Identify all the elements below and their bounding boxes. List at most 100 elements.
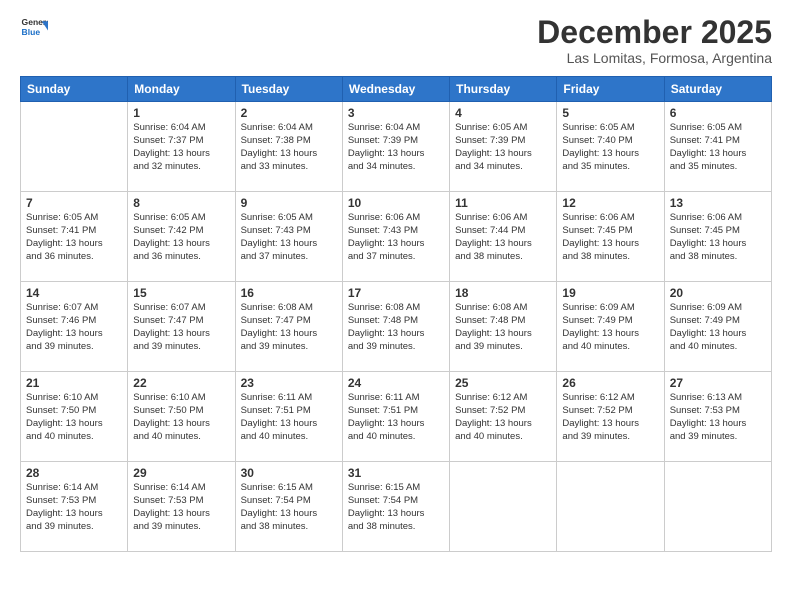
calendar-cell: 16 Sunrise: 6:08 AM Sunset: 7:47 PM Dayli… [235,282,342,372]
day-number: 8 [133,196,229,210]
day-number: 29 [133,466,229,480]
day-number: 15 [133,286,229,300]
cell-sun-info: Sunrise: 6:08 AM Sunset: 7:47 PM Dayligh… [241,302,337,353]
calendar-cell: 3 Sunrise: 6:04 AM Sunset: 7:39 PM Daylig… [342,102,449,192]
cell-sun-info: Sunrise: 6:05 AM Sunset: 7:39 PM Dayligh… [455,122,551,173]
title-block: December 2025 Las Lomitas, Formosa, Arge… [537,15,772,66]
day-number: 22 [133,376,229,390]
cell-sun-info: Sunrise: 6:05 AM Sunset: 7:43 PM Dayligh… [241,212,337,263]
calendar-cell: 19 Sunrise: 6:09 AM Sunset: 7:49 PM Dayli… [557,282,664,372]
calendar-cell: 17 Sunrise: 6:08 AM Sunset: 7:48 PM Dayli… [342,282,449,372]
day-number: 16 [241,286,337,300]
calendar-cell: 31 Sunrise: 6:15 AM Sunset: 7:54 PM Dayli… [342,462,449,552]
day-number: 17 [348,286,444,300]
day-number: 19 [562,286,658,300]
day-number: 27 [670,376,766,390]
calendar-cell: 23 Sunrise: 6:11 AM Sunset: 7:51 PM Dayli… [235,372,342,462]
cell-sun-info: Sunrise: 6:05 AM Sunset: 7:42 PM Dayligh… [133,212,229,263]
cell-sun-info: Sunrise: 6:15 AM Sunset: 7:54 PM Dayligh… [348,482,444,533]
day-number: 1 [133,106,229,120]
cell-sun-info: Sunrise: 6:09 AM Sunset: 7:49 PM Dayligh… [670,302,766,353]
cell-sun-info: Sunrise: 6:06 AM Sunset: 7:44 PM Dayligh… [455,212,551,263]
calendar-cell [21,102,128,192]
logo-icon: General Blue [20,15,48,43]
cell-sun-info: Sunrise: 6:08 AM Sunset: 7:48 PM Dayligh… [455,302,551,353]
cell-sun-info: Sunrise: 6:14 AM Sunset: 7:53 PM Dayligh… [26,482,122,533]
weekday-header: Thursday [450,77,557,102]
day-number: 10 [348,196,444,210]
calendar-cell: 12 Sunrise: 6:06 AM Sunset: 7:45 PM Dayli… [557,192,664,282]
calendar-cell: 21Sunrise: 6:10 AM Sunset: 7:50 PM Dayli… [21,372,128,462]
day-number: 4 [455,106,551,120]
cell-sun-info: Sunrise: 6:10 AM Sunset: 7:50 PM Dayligh… [26,392,122,443]
day-number: 11 [455,196,551,210]
calendar-cell: 1 Sunrise: 6:04 AM Sunset: 7:37 PM Daylig… [128,102,235,192]
cell-sun-info: Sunrise: 6:06 AM Sunset: 7:45 PM Dayligh… [670,212,766,263]
cell-sun-info: Sunrise: 6:04 AM Sunset: 7:39 PM Dayligh… [348,122,444,173]
cell-sun-info: Sunrise: 6:11 AM Sunset: 7:51 PM Dayligh… [348,392,444,443]
calendar-cell: 20Sunrise: 6:09 AM Sunset: 7:49 PM Dayli… [664,282,771,372]
calendar-cell: 10Sunrise: 6:06 AM Sunset: 7:43 PM Dayli… [342,192,449,282]
calendar-cell: 25 Sunrise: 6:12 AM Sunset: 7:52 PM Dayli… [450,372,557,462]
calendar-cell: 30Sunrise: 6:15 AM Sunset: 7:54 PM Dayli… [235,462,342,552]
calendar-cell: 4 Sunrise: 6:05 AM Sunset: 7:39 PM Daylig… [450,102,557,192]
calendar-cell: 14 Sunrise: 6:07 AM Sunset: 7:46 PM Dayli… [21,282,128,372]
cell-sun-info: Sunrise: 6:12 AM Sunset: 7:52 PM Dayligh… [455,392,551,443]
calendar-cell [557,462,664,552]
day-number: 13 [670,196,766,210]
weekday-header: Tuesday [235,77,342,102]
calendar-table: SundayMondayTuesdayWednesdayThursdayFrid… [20,76,772,552]
day-number: 24 [348,376,444,390]
cell-sun-info: Sunrise: 6:11 AM Sunset: 7:51 PM Dayligh… [241,392,337,443]
page: General Blue December 2025 Las Lomitas, … [0,0,792,612]
cell-sun-info: Sunrise: 6:07 AM Sunset: 7:46 PM Dayligh… [26,302,122,353]
day-number: 2 [241,106,337,120]
cell-sun-info: Sunrise: 6:06 AM Sunset: 7:45 PM Dayligh… [562,212,658,263]
header: General Blue December 2025 Las Lomitas, … [20,15,772,66]
day-number: 26 [562,376,658,390]
calendar-cell: 15 Sunrise: 6:07 AM Sunset: 7:47 PM Dayli… [128,282,235,372]
day-number: 23 [241,376,337,390]
calendar-cell [664,462,771,552]
weekday-header: Sunday [21,77,128,102]
calendar-cell: 5Sunrise: 6:05 AM Sunset: 7:40 PM Daylig… [557,102,664,192]
day-number: 14 [26,286,122,300]
calendar-cell: 28Sunrise: 6:14 AM Sunset: 7:53 PM Dayli… [21,462,128,552]
day-number: 9 [241,196,337,210]
month-title: December 2025 [537,15,772,50]
day-number: 3 [348,106,444,120]
calendar-cell: 18 Sunrise: 6:08 AM Sunset: 7:48 PM Dayli… [450,282,557,372]
day-number: 18 [455,286,551,300]
calendar-cell: 11 Sunrise: 6:06 AM Sunset: 7:44 PM Dayli… [450,192,557,282]
cell-sun-info: Sunrise: 6:08 AM Sunset: 7:48 PM Dayligh… [348,302,444,353]
day-number: 31 [348,466,444,480]
calendar-cell: 9 Sunrise: 6:05 AM Sunset: 7:43 PM Daylig… [235,192,342,282]
logo: General Blue [20,15,48,43]
calendar-cell [450,462,557,552]
cell-sun-info: Sunrise: 6:04 AM Sunset: 7:37 PM Dayligh… [133,122,229,173]
calendar-cell: 6 Sunrise: 6:05 AM Sunset: 7:41 PM Daylig… [664,102,771,192]
svg-text:Blue: Blue [22,27,41,37]
calendar-cell: 8 Sunrise: 6:05 AM Sunset: 7:42 PM Daylig… [128,192,235,282]
cell-sun-info: Sunrise: 6:14 AM Sunset: 7:53 PM Dayligh… [133,482,229,533]
weekday-header: Wednesday [342,77,449,102]
cell-sun-info: Sunrise: 6:09 AM Sunset: 7:49 PM Dayligh… [562,302,658,353]
day-number: 25 [455,376,551,390]
calendar-cell: 13 Sunrise: 6:06 AM Sunset: 7:45 PM Dayli… [664,192,771,282]
calendar-cell: 2 Sunrise: 6:04 AM Sunset: 7:38 PM Daylig… [235,102,342,192]
cell-sun-info: Sunrise: 6:05 AM Sunset: 7:41 PM Dayligh… [670,122,766,173]
weekday-header: Monday [128,77,235,102]
subtitle: Las Lomitas, Formosa, Argentina [537,50,772,66]
cell-sun-info: Sunrise: 6:13 AM Sunset: 7:53 PM Dayligh… [670,392,766,443]
day-number: 30 [241,466,337,480]
calendar-cell: 22Sunrise: 6:10 AM Sunset: 7:50 PM Dayli… [128,372,235,462]
cell-sun-info: Sunrise: 6:12 AM Sunset: 7:52 PM Dayligh… [562,392,658,443]
day-number: 6 [670,106,766,120]
calendar-cell: 7Sunrise: 6:05 AM Sunset: 7:41 PM Daylig… [21,192,128,282]
calendar-cell: 24 Sunrise: 6:11 AM Sunset: 7:51 PM Dayli… [342,372,449,462]
cell-sun-info: Sunrise: 6:05 AM Sunset: 7:41 PM Dayligh… [26,212,122,263]
cell-sun-info: Sunrise: 6:07 AM Sunset: 7:47 PM Dayligh… [133,302,229,353]
day-number: 12 [562,196,658,210]
calendar-cell: 27 Sunrise: 6:13 AM Sunset: 7:53 PM Dayli… [664,372,771,462]
cell-sun-info: Sunrise: 6:04 AM Sunset: 7:38 PM Dayligh… [241,122,337,173]
